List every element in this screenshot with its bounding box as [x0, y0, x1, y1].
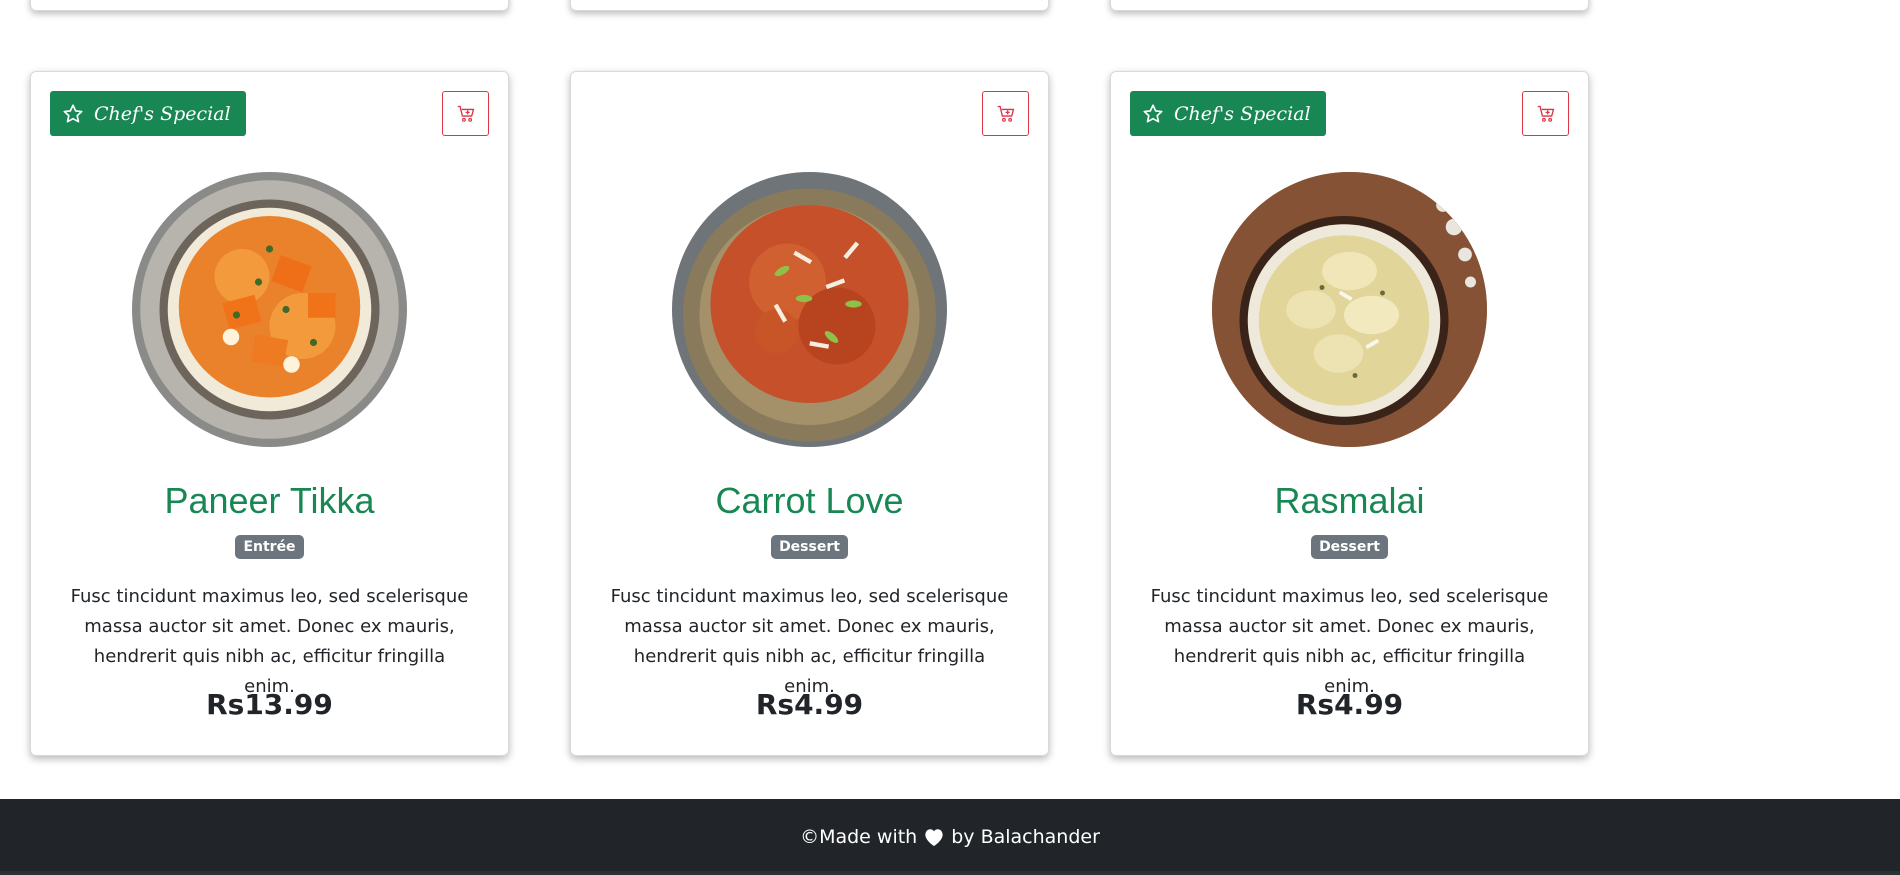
dish-title: Paneer Tikka — [164, 480, 375, 521]
heart-icon — [923, 827, 945, 847]
category-badge: Entrée — [235, 535, 304, 559]
chefs-special-label: Chef's Special — [94, 102, 231, 125]
star-icon — [62, 103, 84, 125]
dish-image — [672, 172, 947, 447]
footer-author: by Balachander — [951, 826, 1100, 848]
add-to-cart-button[interactable] — [442, 91, 489, 136]
cart-plus-icon — [996, 104, 1016, 124]
add-to-cart-button[interactable] — [982, 91, 1029, 136]
footer-bottom-edge — [0, 871, 1900, 875]
menu-card: Chef's Special Rasmalai Dessert Fusc tin… — [1110, 71, 1589, 756]
dish-description: Fusc tincidunt maximus leo, sed sceleris… — [70, 586, 469, 697]
menu-card: Chef's Special Paneer Tikka Entrée Fusc … — [30, 71, 509, 756]
dish-title: Rasmalai — [1274, 480, 1425, 521]
chefs-special-badge: Chef's Special — [1130, 91, 1326, 136]
chefs-special-badge: Chef's Special — [50, 91, 246, 136]
cart-plus-icon — [456, 104, 476, 124]
footer: ©Made with by Balachander — [0, 799, 1900, 875]
add-to-cart-button[interactable] — [1522, 91, 1569, 136]
dish-title: Carrot Love — [715, 480, 904, 521]
chefs-special-label: Chef's Special — [1174, 102, 1311, 125]
dish-description: Fusc tincidunt maximus leo, sed sceleris… — [1150, 586, 1549, 697]
card-previous-row — [30, 0, 509, 11]
dish-image — [132, 172, 407, 447]
footer-made-with: ©Made with — [800, 826, 918, 848]
card-previous-row — [1110, 0, 1589, 11]
dish-price: Rs4.99 — [1295, 688, 1404, 721]
dish-price: Rs4.99 — [755, 688, 864, 721]
menu-card: Carrot Love Dessert Fusc tincidunt maxim… — [570, 71, 1049, 756]
dish-price: Rs13.99 — [206, 688, 333, 721]
dish-description: Fusc tincidunt maximus leo, sed sceleris… — [610, 586, 1009, 697]
category-badge: Dessert — [1311, 535, 1388, 559]
star-icon — [1142, 103, 1164, 125]
dish-image — [1212, 172, 1487, 447]
card-previous-row — [570, 0, 1049, 11]
cart-plus-icon — [1536, 104, 1556, 124]
category-badge: Dessert — [771, 535, 848, 559]
